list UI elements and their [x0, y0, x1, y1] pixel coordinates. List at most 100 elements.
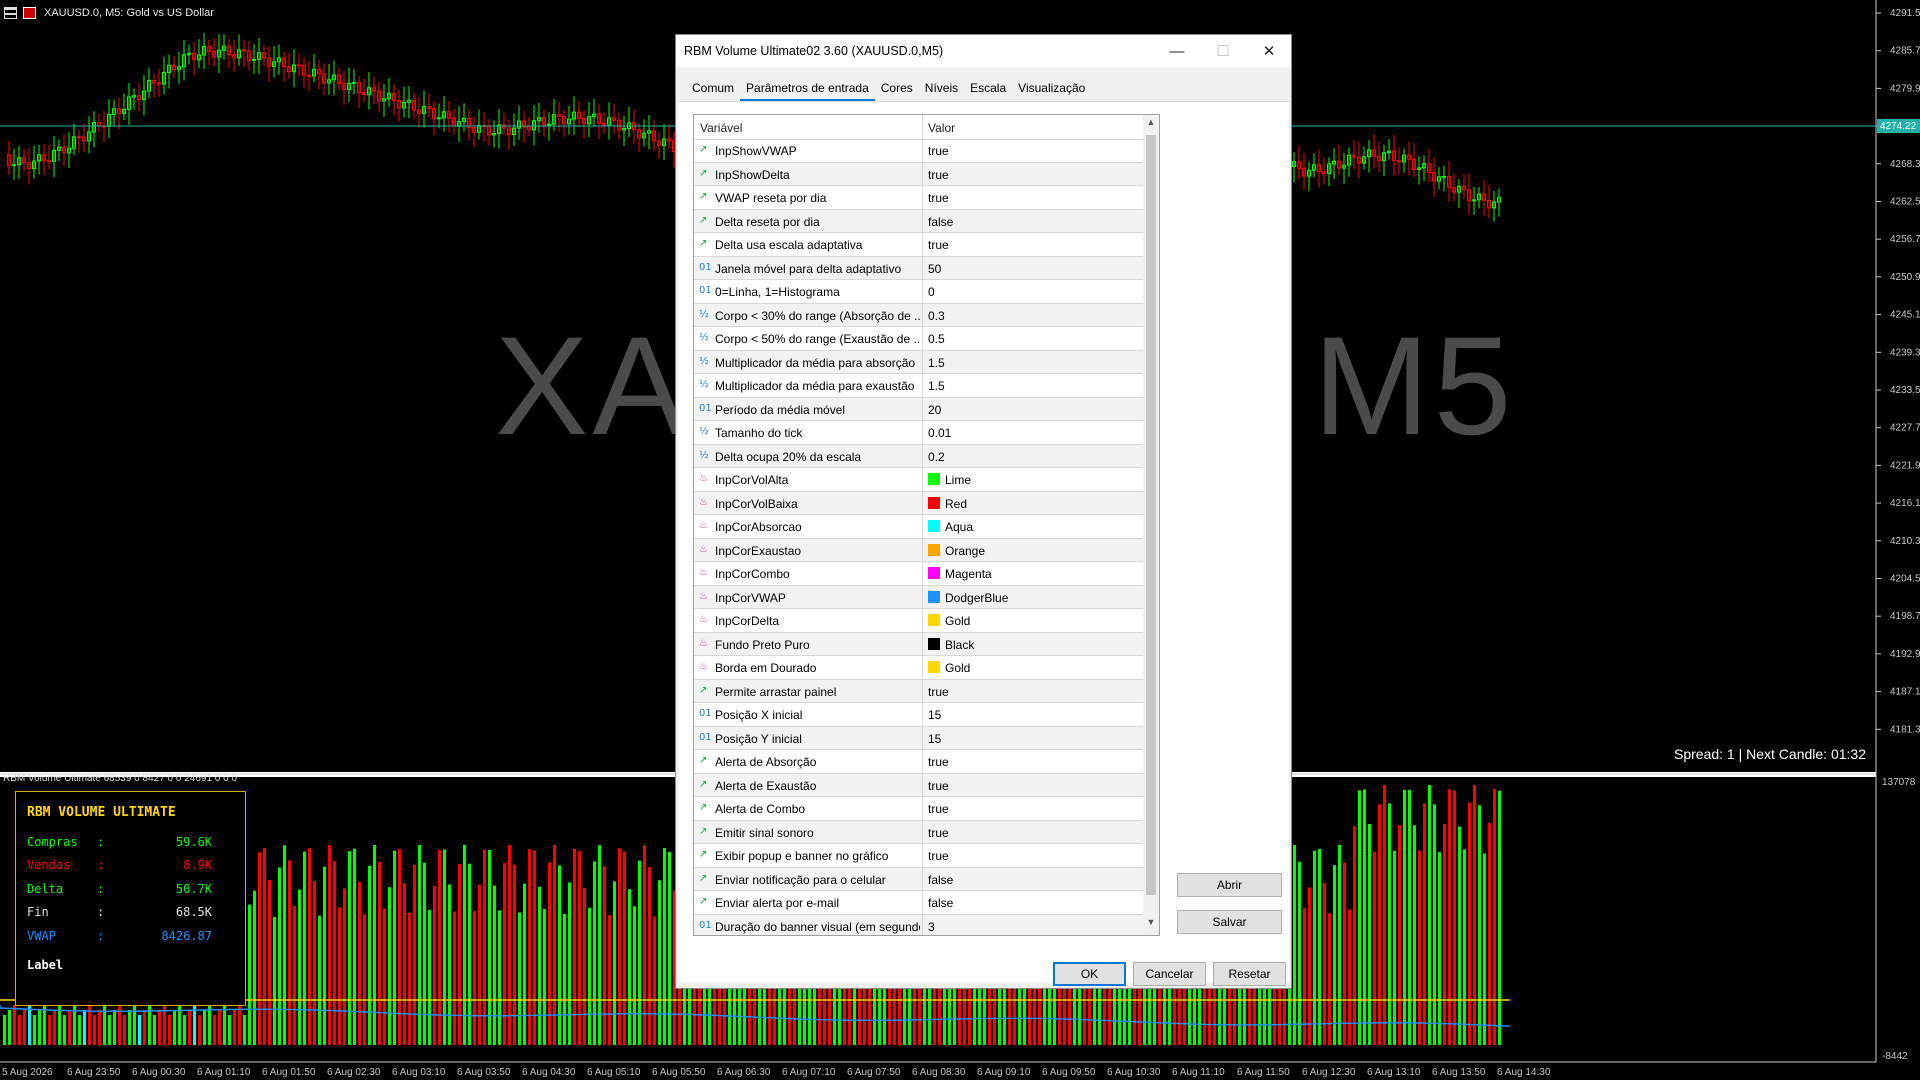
color-swatch[interactable] — [928, 496, 940, 509]
color-swatch[interactable] — [928, 543, 940, 556]
parameter-value[interactable]: false — [928, 873, 953, 887]
color-swatch[interactable] — [928, 661, 940, 673]
menu-icon[interactable] — [4, 7, 17, 19]
parameter-value[interactable]: Orange — [945, 544, 985, 558]
parameter-value[interactable]: true — [928, 779, 949, 793]
parameter-row[interactable]: ↗ Alerta de Combo true — [694, 797, 1144, 821]
parameter-value[interactable]: true — [928, 238, 949, 252]
parameter-value[interactable]: 0.2 — [928, 450, 945, 464]
parameter-row[interactable]: ♨ InpCorDelta Gold — [694, 609, 1144, 633]
parameter-value[interactable]: false — [928, 896, 953, 910]
parameter-row[interactable]: ↗ VWAP reseta por dia true — [694, 186, 1144, 210]
parameter-value[interactable]: Lime — [945, 473, 971, 487]
scroll-down-icon[interactable]: ▼ — [1143, 917, 1159, 933]
parameter-value[interactable]: Black — [945, 638, 974, 652]
parameter-value[interactable]: Red — [945, 497, 967, 511]
parameter-row[interactable]: ↗ Enviar alerta por e-mail false — [694, 891, 1144, 915]
parameter-row[interactable]: ↗ Alerta de Absorção true — [694, 750, 1144, 774]
color-swatch[interactable] — [928, 520, 940, 532]
parameter-row[interactable]: ↗ Permite arrastar painel true — [694, 679, 1144, 703]
parameter-value[interactable]: 1.5 — [928, 356, 945, 370]
parameters-grid[interactable]: Variável Valor ↗ InpShowVWAP true ↗ InpShowD… — [693, 114, 1160, 936]
parameter-value[interactable]: 0.01 — [928, 426, 951, 440]
parameter-value[interactable]: DodgerBlue — [945, 591, 1008, 605]
tab-comum[interactable]: Comum — [686, 79, 740, 99]
parameter-value[interactable]: Aqua — [945, 520, 973, 534]
salvar-button[interactable]: Salvar — [1177, 910, 1282, 934]
parameter-value[interactable]: true — [928, 849, 949, 863]
color-swatch[interactable] — [928, 590, 940, 603]
parameter-row[interactable]: ♨ InpCorAbsorcao Aqua — [694, 515, 1144, 539]
parameter-row[interactable]: ♨ InpCorCombo Magenta — [694, 562, 1144, 586]
parameter-value[interactable]: true — [928, 826, 949, 840]
parameter-row[interactable]: 01 Posição Y inicial 15 — [694, 726, 1144, 750]
parameter-row[interactable]: ½ Multiplicador da média para exaustão 1.5 — [694, 374, 1144, 398]
parameter-row[interactable]: ↗ InpShowDelta true — [694, 162, 1144, 186]
parameter-value[interactable]: 15 — [928, 708, 941, 722]
parameter-value[interactable]: 1.5 — [928, 379, 945, 393]
parameter-value[interactable]: 0.5 — [928, 332, 945, 346]
parameter-value[interactable]: 3 — [928, 920, 935, 934]
parameter-row[interactable]: ↗ Enviar notificação para o celular false — [694, 867, 1144, 891]
column-header-value[interactable]: Valor — [928, 121, 955, 135]
parameter-row[interactable]: ♨ Fundo Preto Puro Black — [694, 632, 1144, 656]
ok-button[interactable]: OK — [1053, 962, 1126, 986]
parameter-row[interactable]: ½ Multiplicador da média para absorção 1.5 — [694, 350, 1144, 374]
indicator-properties-dialog[interactable]: RBM Volume Ultimate02 3.60 (XAUUSD.0,M5)… — [675, 34, 1292, 989]
tab-cores[interactable]: Cores — [875, 79, 919, 99]
parameter-row[interactable]: ♨ InpCorExaustao Orange — [694, 538, 1144, 562]
parameter-value[interactable]: Magenta — [945, 567, 992, 581]
parameter-row[interactable]: ♨ Borda em Dourado Gold — [694, 656, 1144, 680]
scroll-up-icon[interactable]: ▲ — [1143, 117, 1159, 133]
parameter-row[interactable]: ½ Corpo < 30% do range (Absorção de ... 0.… — [694, 303, 1144, 327]
column-divider[interactable] — [922, 115, 923, 139]
grid-scrollbar[interactable]: ▲ ▼ — [1143, 115, 1159, 935]
tab-escala[interactable]: Escala — [964, 79, 1012, 99]
parameter-value[interactable]: true — [928, 168, 949, 182]
parameter-row[interactable]: ↗ Delta usa escala adaptativa true — [694, 233, 1144, 257]
parameter-row[interactable]: ♨ InpCorVWAP DodgerBlue — [694, 585, 1144, 609]
parameter-row[interactable]: ½ Delta ocupa 20% da escala 0.2 — [694, 444, 1144, 468]
parameter-value[interactable]: true — [928, 755, 949, 769]
parameter-row[interactable]: ♨ InpCorVolAlta Lime — [694, 468, 1144, 492]
parameter-value[interactable]: Gold — [945, 661, 970, 675]
parameter-row[interactable]: ½ Tamanho do tick 0.01 — [694, 421, 1144, 445]
color-swatch[interactable] — [928, 637, 940, 650]
tab-parametros-entrada[interactable]: Parâmetros de entrada — [740, 79, 875, 101]
chart-type-icon[interactable] — [23, 7, 36, 19]
close-icon[interactable]: ✕ — [1246, 35, 1292, 67]
column-header-variable[interactable]: Variável — [700, 121, 742, 135]
parameter-row[interactable]: 01 0=Linha, 1=Histograma 0 — [694, 280, 1144, 304]
parameter-row[interactable]: ♨ InpCorVolBaixa Red — [694, 491, 1144, 515]
parameter-value[interactable]: Gold — [945, 614, 970, 628]
parameter-row[interactable]: ½ Corpo < 50% do range (Exaustão de ... 0.… — [694, 327, 1144, 351]
parameter-value[interactable]: true — [928, 802, 949, 816]
parameter-value[interactable]: true — [928, 685, 949, 699]
parameter-row[interactable]: ↗ Delta reseta por dia false — [694, 209, 1144, 233]
parameter-value[interactable]: 0.3 — [928, 309, 945, 323]
parameter-value[interactable]: false — [928, 215, 953, 229]
parameter-value[interactable]: 50 — [928, 262, 941, 276]
color-swatch[interactable] — [928, 473, 940, 485]
scroll-thumb[interactable] — [1146, 135, 1156, 895]
parameter-value[interactable]: 15 — [928, 732, 941, 746]
dialog-titlebar[interactable]: RBM Volume Ultimate02 3.60 (XAUUSD.0,M5)… — [676, 35, 1291, 67]
parameter-row[interactable]: 01 Janela móvel para delta adaptativo 50 — [694, 256, 1144, 280]
parameter-row[interactable]: ↗ InpShowVWAP true — [694, 139, 1144, 163]
parameter-row[interactable]: 01 Duração do banner visual (em segundos)… — [694, 914, 1144, 935]
parameter-value[interactable]: true — [928, 191, 949, 205]
parameter-value[interactable]: 20 — [928, 403, 941, 417]
parameter-value[interactable]: 0 — [928, 285, 935, 299]
parameter-row[interactable]: 01 Posição X inicial 15 — [694, 703, 1144, 727]
tab-visualizacao[interactable]: Visualização — [1012, 79, 1091, 99]
abrir-button[interactable]: Abrir — [1177, 873, 1282, 897]
parameter-row[interactable]: ↗ Emitir sinal sonoro true — [694, 820, 1144, 844]
color-swatch[interactable] — [928, 567, 940, 579]
parameter-value[interactable]: true — [928, 144, 949, 158]
parameter-row[interactable]: ↗ Alerta de Exaustão true — [694, 773, 1144, 797]
minimize-icon[interactable]: — — [1154, 35, 1200, 67]
rbm-volume-panel[interactable]: RBM VOLUME ULTIMATE Compras : 59.6K Vend… — [15, 791, 246, 1006]
parameter-row[interactable]: 01 Período da média móvel 20 — [694, 397, 1144, 421]
parameter-row[interactable]: ↗ Exibir popup e banner no gráfico true — [694, 844, 1144, 868]
resetar-button[interactable]: Resetar — [1213, 962, 1286, 986]
